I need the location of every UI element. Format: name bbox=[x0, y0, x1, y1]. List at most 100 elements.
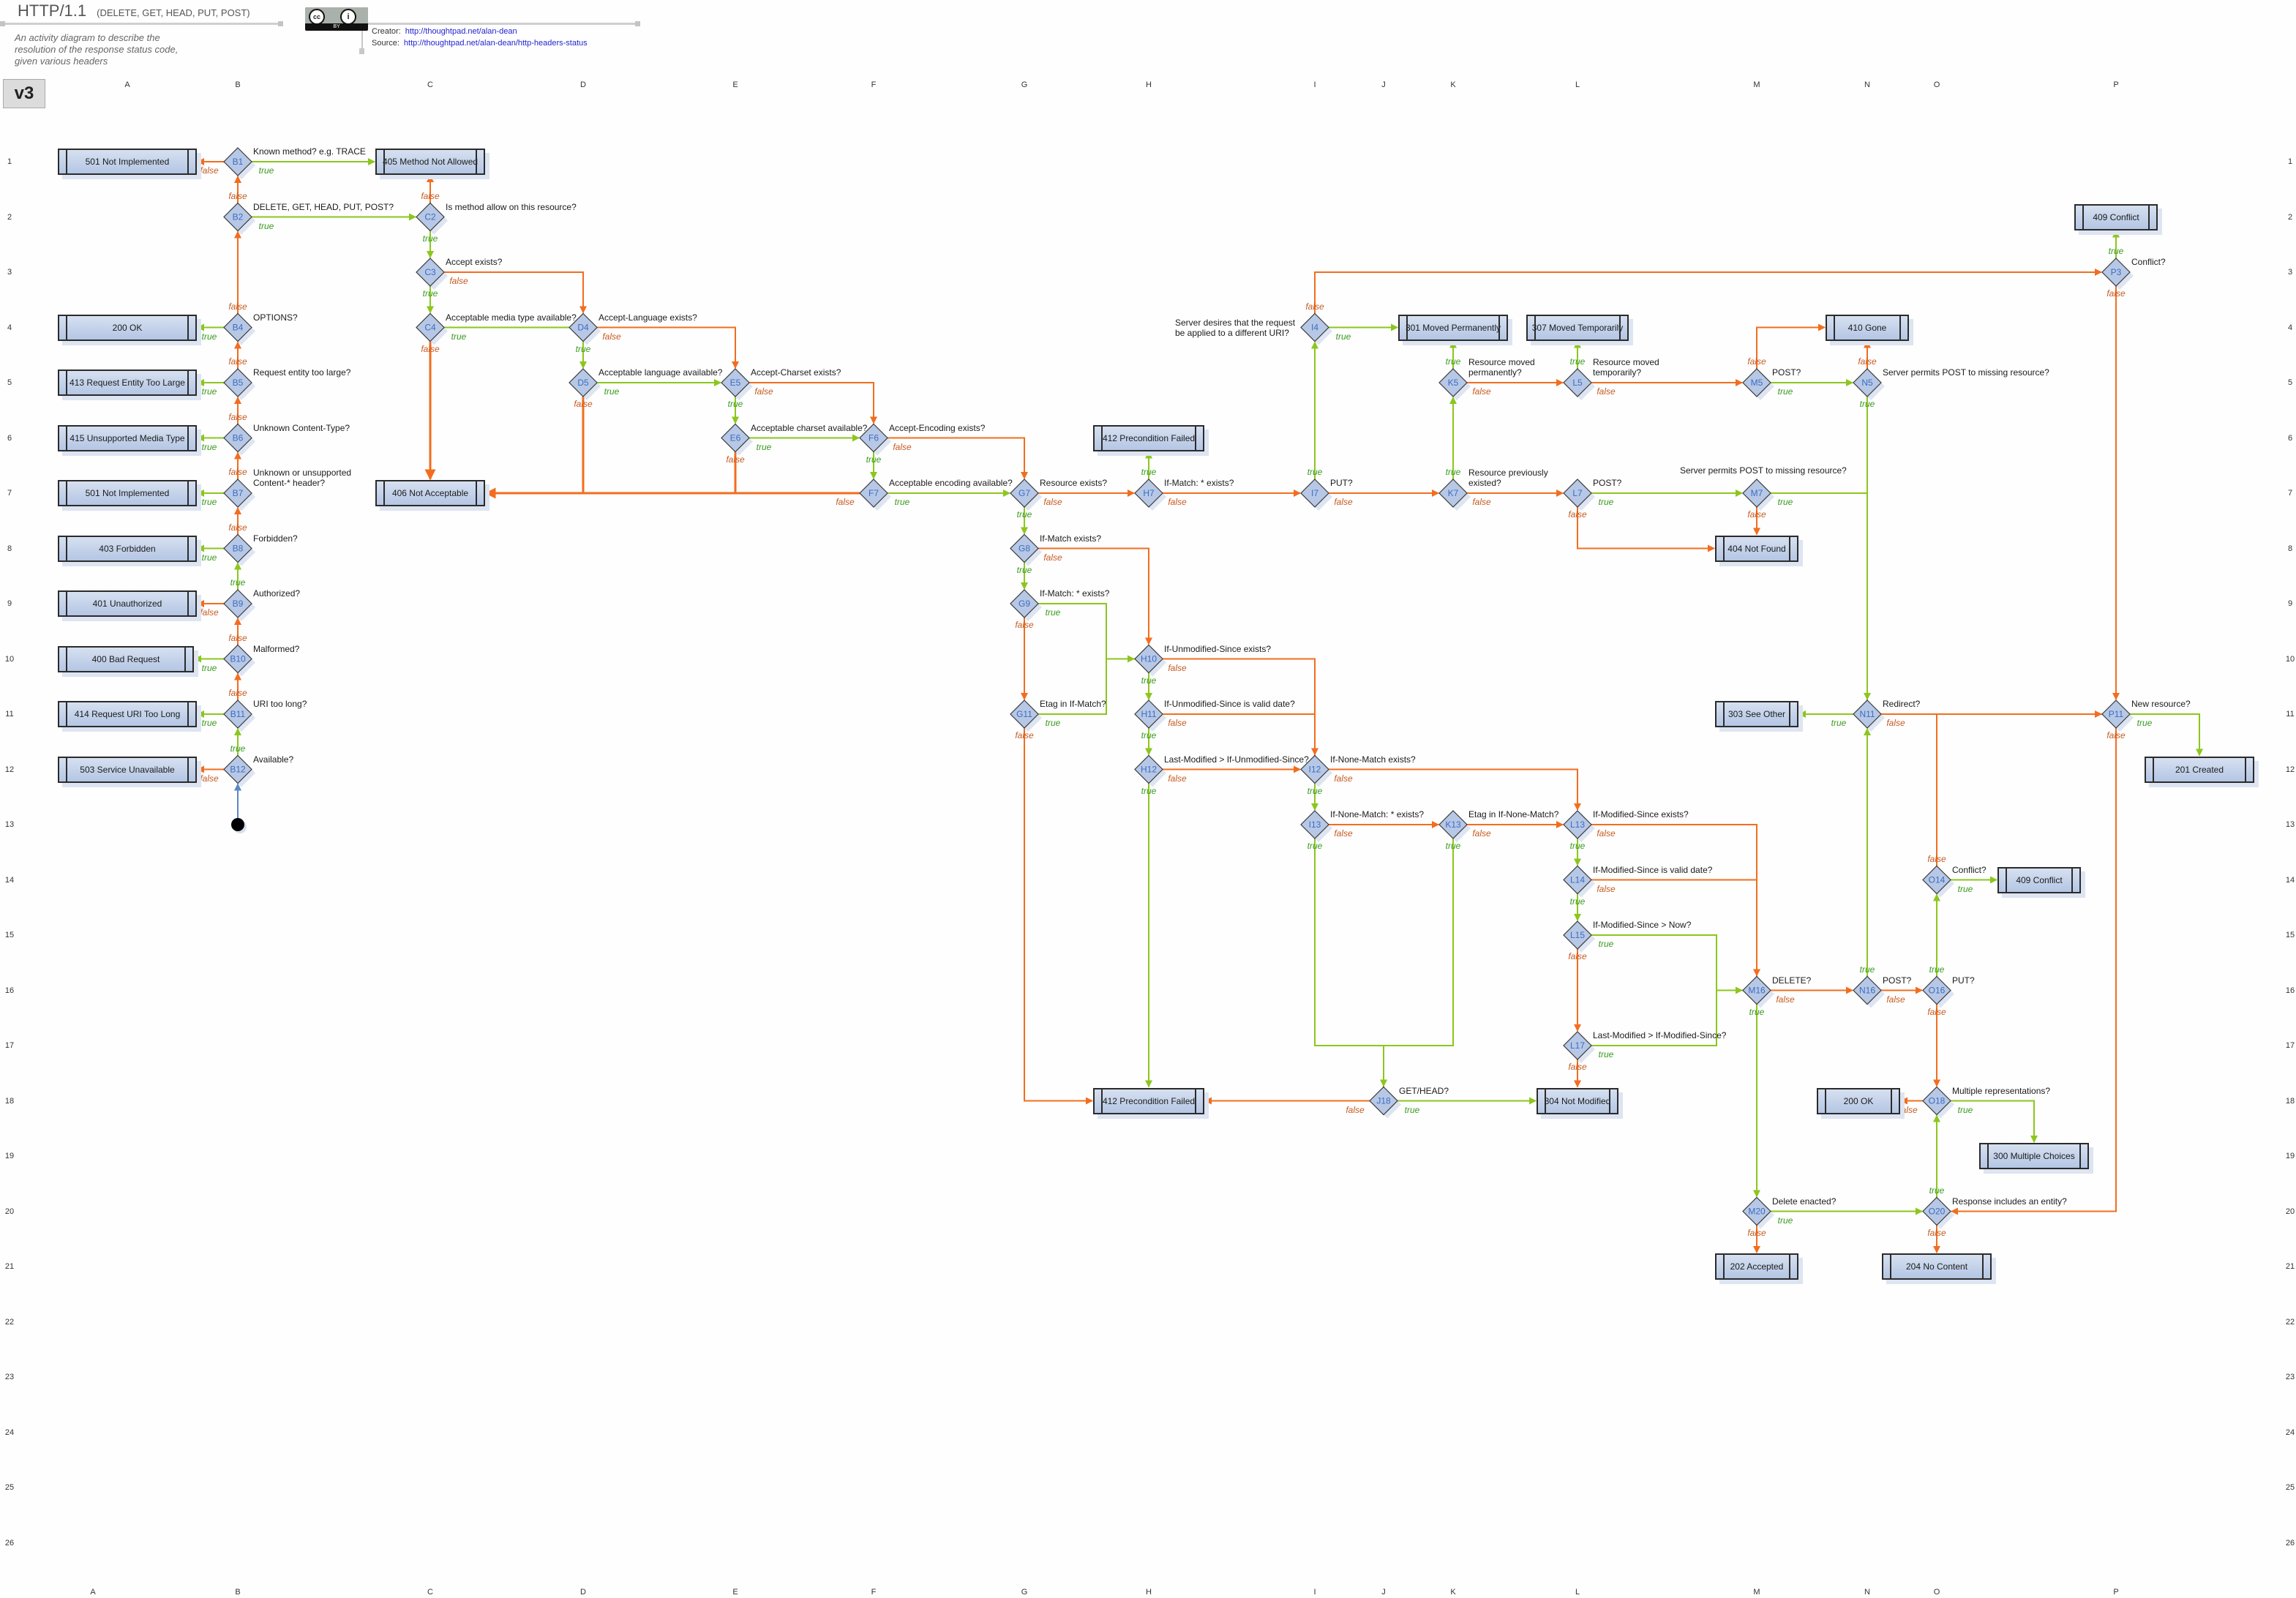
decision-k13[interactable]: K13 bbox=[1438, 810, 1471, 842]
decision-h10[interactable]: H10 bbox=[1134, 644, 1166, 677]
decision-b7[interactable]: B7 bbox=[223, 479, 255, 511]
status-406-box[interactable]: 406 Not Acceptable bbox=[375, 480, 485, 506]
decision-h11[interactable]: H11 bbox=[1134, 699, 1166, 732]
decision-question: Malformed? bbox=[253, 643, 300, 654]
decision-o14[interactable]: O14 bbox=[1922, 865, 1954, 898]
decision-g9[interactable]: G9 bbox=[1010, 589, 1042, 621]
status-405-box[interactable]: 405 Method Not Allowed bbox=[375, 149, 485, 175]
branch-label-false: false bbox=[1168, 497, 1187, 507]
decision-o20[interactable]: O20 bbox=[1922, 1196, 1954, 1229]
decision-m5[interactable]: M5 bbox=[1742, 368, 1774, 400]
status-503-box[interactable]: 503 Service Unavailable bbox=[58, 756, 197, 783]
status-307-box[interactable]: 307 Moved Temporarily bbox=[1526, 314, 1629, 341]
decision-h7[interactable]: H7 bbox=[1134, 479, 1166, 511]
status-201-box[interactable]: 201 Created bbox=[2145, 756, 2254, 783]
branch-label-false: false bbox=[1597, 883, 1616, 894]
decision-l7[interactable]: L7 bbox=[1563, 479, 1595, 511]
branch-label-true: true bbox=[1569, 356, 1586, 367]
decision-m20[interactable]: M20 bbox=[1742, 1196, 1774, 1229]
decision-b12[interactable]: B12 bbox=[223, 754, 255, 787]
edge-m7-to-n11 bbox=[1771, 492, 1868, 714]
decision-k7[interactable]: K7 bbox=[1438, 479, 1471, 511]
status-415-box[interactable]: 415 Unsupported Media Type bbox=[58, 424, 197, 451]
branch-label-true: true bbox=[201, 662, 217, 673]
decision-question: Acceptable charset available? bbox=[751, 422, 868, 433]
decision-b11[interactable]: B11 bbox=[223, 699, 255, 732]
decision-k5[interactable]: K5 bbox=[1438, 368, 1471, 400]
branch-label-false: false bbox=[836, 497, 855, 507]
branch-label-false: false bbox=[1305, 301, 1324, 312]
status-501-box[interactable]: 501 Not Implemented bbox=[58, 480, 197, 506]
status-404-box[interactable]: 404 Not Found bbox=[1715, 535, 1798, 562]
decision-i4[interactable]: I4 bbox=[1300, 312, 1332, 345]
decision-p3[interactable]: P3 bbox=[2101, 258, 2134, 290]
decision-id: N5 bbox=[1861, 378, 1873, 388]
decision-b4[interactable]: B4 bbox=[223, 312, 255, 345]
decision-l13[interactable]: L13 bbox=[1563, 810, 1595, 842]
decision-n5[interactable]: N5 bbox=[1853, 368, 1885, 400]
decision-p11[interactable]: P11 bbox=[2101, 699, 2134, 732]
decision-c4[interactable]: C4 bbox=[416, 312, 448, 345]
decision-d5[interactable]: D5 bbox=[569, 368, 601, 400]
status-200-box[interactable]: 200 OK bbox=[1817, 1087, 1900, 1114]
branch-label-false: false bbox=[1334, 773, 1353, 784]
branch-label-false: false bbox=[1597, 386, 1616, 397]
status-501-box[interactable]: 501 Not Implemented bbox=[58, 149, 197, 175]
decision-i7[interactable]: I7 bbox=[1300, 479, 1332, 511]
status-409-box[interactable]: 409 Conflict bbox=[1997, 866, 2081, 893]
status-401-box[interactable]: 401 Unauthorized bbox=[58, 590, 197, 617]
decision-n11[interactable]: N11 bbox=[1853, 699, 1885, 732]
edge-i4-to-p3 bbox=[1314, 269, 2102, 314]
decision-b10[interactable]: B10 bbox=[223, 644, 255, 677]
decision-o16[interactable]: O16 bbox=[1922, 975, 1954, 1008]
branch-label-true: true bbox=[230, 743, 246, 754]
decision-c3[interactable]: C3 bbox=[416, 258, 448, 290]
status-304-box[interactable]: 304 Not Modified bbox=[1537, 1087, 1618, 1114]
decision-l14[interactable]: L14 bbox=[1563, 865, 1595, 898]
branch-label-false: false bbox=[754, 386, 773, 397]
decision-l15[interactable]: L15 bbox=[1563, 920, 1595, 953]
status-413-box[interactable]: 413 Request Entity Too Large bbox=[58, 370, 197, 396]
decision-e5[interactable]: E5 bbox=[721, 368, 753, 400]
decision-e6[interactable]: E6 bbox=[721, 423, 753, 456]
decision-n16[interactable]: N16 bbox=[1853, 975, 1885, 1008]
status-200-box[interactable]: 200 OK bbox=[58, 314, 197, 341]
decision-f7[interactable]: F7 bbox=[859, 479, 891, 511]
status-403-box[interactable]: 403 Forbidden bbox=[58, 535, 197, 562]
status-300-box[interactable]: 300 Multiple Choices bbox=[1979, 1143, 2089, 1169]
status-410-box[interactable]: 410 Gone bbox=[1826, 314, 1909, 341]
decision-b1[interactable]: B1 bbox=[223, 147, 255, 179]
decision-c2[interactable]: C2 bbox=[416, 202, 448, 235]
decision-h12[interactable]: H12 bbox=[1134, 754, 1166, 787]
decision-g7[interactable]: G7 bbox=[1010, 479, 1042, 511]
decision-b9[interactable]: B9 bbox=[223, 589, 255, 621]
branch-label-true: true bbox=[230, 577, 246, 588]
status-414-box[interactable]: 414 Request URI Too Long bbox=[58, 701, 197, 727]
decision-id: E6 bbox=[730, 433, 741, 443]
status-301-box[interactable]: 301 Moved Permanently bbox=[1398, 314, 1508, 341]
status-400-box[interactable]: 400 Bad Request bbox=[58, 645, 194, 672]
branch-label-false: false bbox=[1015, 730, 1034, 740]
status-202-box[interactable]: 202 Accepted bbox=[1715, 1253, 1798, 1280]
decision-id: M5 bbox=[1751, 378, 1763, 388]
decision-b2[interactable]: B2 bbox=[223, 202, 255, 235]
status-204-box[interactable]: 204 No Content bbox=[1882, 1253, 1992, 1280]
decision-m7[interactable]: M7 bbox=[1742, 479, 1774, 511]
decision-m16[interactable]: M16 bbox=[1742, 975, 1774, 1008]
decision-g8[interactable]: G8 bbox=[1010, 533, 1042, 566]
decision-l17[interactable]: L17 bbox=[1563, 1031, 1595, 1063]
decision-id: G8 bbox=[1018, 544, 1030, 554]
status-303-box[interactable]: 303 See Other bbox=[1715, 701, 1798, 727]
decision-g11[interactable]: G11 bbox=[1010, 699, 1042, 732]
decision-j18[interactable]: J18 bbox=[1369, 1086, 1401, 1119]
status-412-box[interactable]: 412 Precondition Failed bbox=[1093, 424, 1204, 451]
decision-l5[interactable]: L5 bbox=[1563, 368, 1595, 400]
status-409-box[interactable]: 409 Conflict bbox=[2074, 203, 2158, 230]
decision-o18[interactable]: O18 bbox=[1922, 1086, 1954, 1119]
decision-i13[interactable]: I13 bbox=[1300, 810, 1332, 842]
decision-b6[interactable]: B6 bbox=[223, 423, 255, 456]
decision-b8[interactable]: B8 bbox=[223, 533, 255, 566]
status-412-box[interactable]: 412 Precondition Failed bbox=[1093, 1087, 1204, 1114]
decision-b5[interactable]: B5 bbox=[223, 368, 255, 400]
nodes-layer: B1 B2 B4 B5 B6 B7 B8 B9 B10 B11 B12 C2 C3 C4 D4 D5 E5 E6 F… bbox=[223, 147, 2134, 1229]
